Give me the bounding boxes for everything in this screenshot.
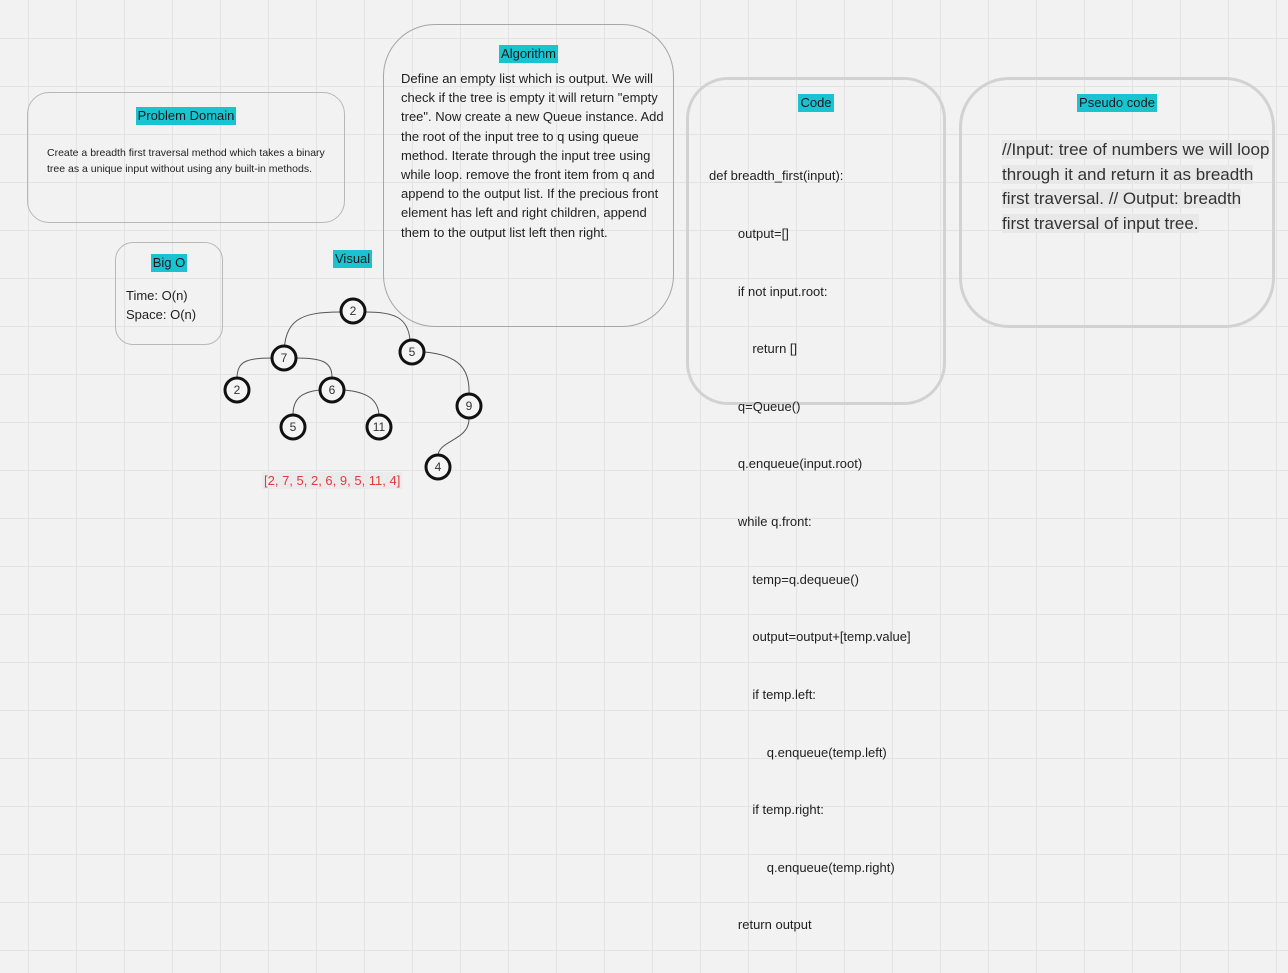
code-card[interactable]: Code def breadth_first(input): output=[]… — [686, 77, 946, 932]
edge-5-9 — [423, 351, 470, 395]
code-line: output=[] — [709, 226, 789, 242]
edge-6-5 — [292, 389, 321, 416]
tree-node-label: 4 — [435, 460, 442, 474]
tree-node-label: 5 — [290, 420, 297, 434]
edge-9-4 — [437, 418, 470, 456]
code-line: if temp.right: — [709, 802, 824, 818]
edge-7-2 — [236, 357, 273, 378]
edge-7-6 — [295, 357, 333, 378]
edge-6-11 — [343, 389, 380, 416]
tree-node-label: 2 — [234, 383, 241, 397]
tree-node-label: 2 — [350, 304, 357, 318]
code-line: q.enqueue(input.root) — [709, 456, 863, 472]
code-line: def breadth_first(input): — [709, 168, 844, 184]
code-line: while q.front: — [709, 514, 812, 530]
tree-node-label: 5 — [409, 345, 416, 359]
code-line: q.enqueue(temp.right) — [709, 859, 895, 875]
tree-node-label: 9 — [466, 399, 473, 413]
code-line: q.enqueue(temp.left) — [709, 744, 887, 760]
algorithm-text: Define an empty list which is output. We… — [401, 71, 664, 240]
code-line: output=output+[temp.value] — [709, 629, 911, 645]
pseudo-code-title: Pseudo code — [1077, 94, 1157, 112]
algorithm-card[interactable]: Algorithm Define an empty list which is … — [383, 24, 674, 327]
code-title: Code — [798, 94, 834, 112]
algorithm-title: Algorithm — [499, 45, 558, 63]
traversal-result: [2, 7, 5, 2, 6, 9, 5, 11, 4] — [262, 472, 403, 489]
tree-node-label: 6 — [329, 383, 336, 397]
tree-node-label: 7 — [281, 351, 288, 365]
code-line: q=Queue() — [709, 398, 801, 414]
code-block: def breadth_first(input): output=[] if n… — [709, 128, 911, 973]
code-line: if not input.root: — [709, 283, 828, 299]
pseudo-code-text: //Input: tree of numbers we will loop th… — [1002, 140, 1270, 233]
code-line: return [] — [709, 341, 798, 357]
code-line: return output — [709, 917, 812, 933]
tree-node-label: 11 — [373, 420, 386, 434]
code-line: if temp.left: — [709, 686, 816, 702]
code-line: temp=q.dequeue() — [709, 571, 859, 587]
pseudo-code-card[interactable]: Pseudo code //Input: tree of numbers we … — [959, 77, 1275, 328]
